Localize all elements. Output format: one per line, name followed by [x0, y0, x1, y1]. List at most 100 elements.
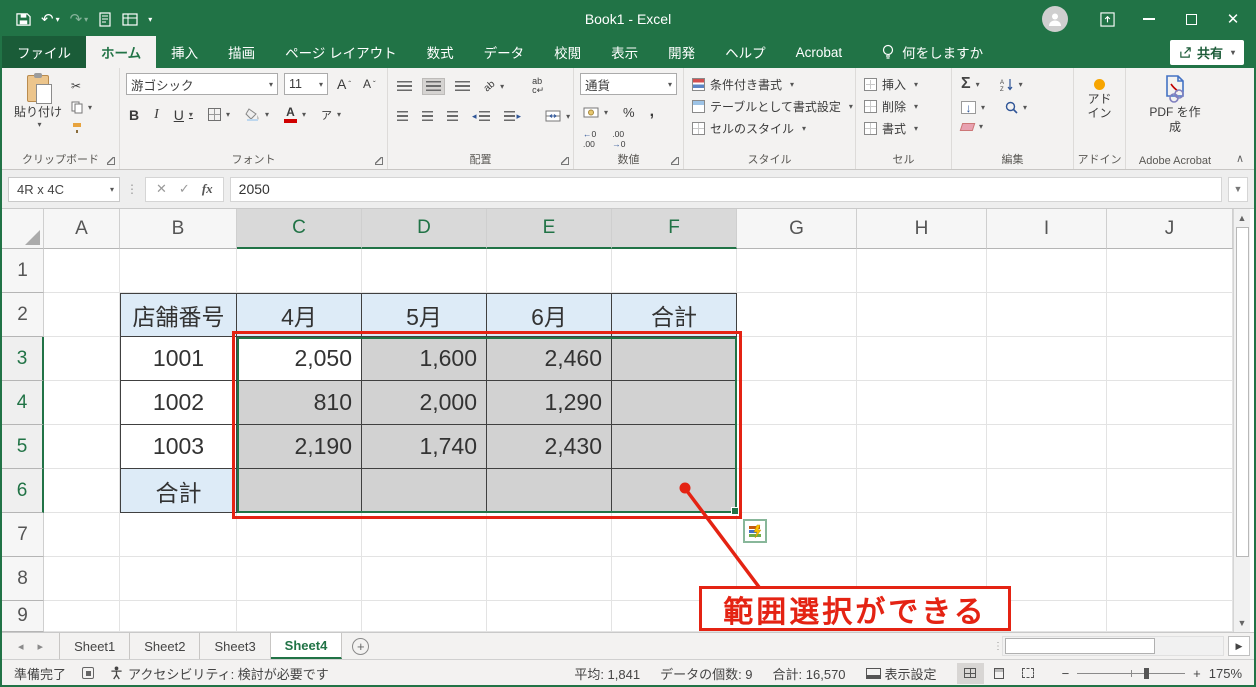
tab-ホーム[interactable]: ホーム: [86, 36, 157, 68]
accessibility-status[interactable]: アクセシビリティ: 検討が必要です: [110, 664, 329, 683]
cell-J4[interactable]: [1107, 381, 1233, 425]
cell-A3[interactable]: [44, 337, 120, 381]
tab-データ[interactable]: データ: [469, 36, 540, 68]
column-header-D[interactable]: D: [362, 209, 487, 249]
cell-A4[interactable]: [44, 381, 120, 425]
column-header-E[interactable]: E: [487, 209, 612, 249]
underline-button[interactable]: U ▾: [171, 105, 196, 125]
page-layout-view-button[interactable]: [986, 663, 1013, 684]
cell-D5[interactable]: 1,740: [362, 425, 487, 469]
cell-F1[interactable]: [612, 249, 737, 293]
top-align-button[interactable]: [394, 79, 415, 94]
align-center-button[interactable]: [419, 109, 436, 124]
cell-C9[interactable]: [237, 601, 362, 632]
cell-I5[interactable]: [987, 425, 1107, 469]
undo-dropdown-icon[interactable]: ▾: [56, 15, 60, 24]
cell-B9[interactable]: [120, 601, 237, 632]
cell-B2[interactable]: 店舗番号: [120, 293, 237, 337]
italic-button[interactable]: I: [151, 105, 162, 125]
fill-button[interactable]: ↓ ▾: [958, 99, 988, 116]
row-header-2[interactable]: 2: [2, 293, 44, 337]
cell-A2[interactable]: [44, 293, 120, 337]
cell-J7[interactable]: [1107, 513, 1233, 557]
merge-center-dropdown-icon[interactable]: ▾: [566, 112, 570, 121]
cell-G6[interactable]: [737, 469, 857, 513]
accounting-format-button[interactable]: ▾: [580, 105, 611, 120]
row-header-5[interactable]: 5: [2, 425, 44, 469]
cell-G1[interactable]: [737, 249, 857, 293]
sheet-tab-sheet3[interactable]: Sheet3: [200, 633, 271, 659]
align-left-button[interactable]: [394, 109, 411, 124]
horizontal-scrollbar[interactable]: [1002, 636, 1224, 656]
clear-button[interactable]: ▾: [958, 120, 986, 133]
cell-A1[interactable]: [44, 249, 120, 293]
autosum-dropdown-icon[interactable]: ▾: [976, 80, 980, 89]
increase-decimal-button[interactable]: ←0.00: [580, 127, 599, 151]
cell-C5[interactable]: 2,190: [237, 425, 362, 469]
format-cells-button[interactable]: 書式 ▾: [862, 117, 945, 139]
increase-font-button[interactable]: Aˆ: [334, 74, 354, 94]
cell-E5[interactable]: 2,430: [487, 425, 612, 469]
cell-F6[interactable]: [612, 469, 737, 513]
tab-開発[interactable]: 開発: [653, 36, 710, 68]
sort-filter-dropdown-icon[interactable]: ▾: [1019, 80, 1023, 89]
normal-view-button[interactable]: [956, 662, 984, 684]
print-preview-icon[interactable]: [98, 11, 112, 27]
cell-G5[interactable]: [737, 425, 857, 469]
cell-D1[interactable]: [362, 249, 487, 293]
cell-E4[interactable]: 1,290: [487, 381, 612, 425]
middle-align-button[interactable]: [422, 77, 445, 95]
increase-indent-button[interactable]: ▸: [501, 109, 525, 124]
sheet-prev-icon[interactable]: ◂: [18, 640, 24, 653]
cell-H7[interactable]: [857, 513, 987, 557]
cell-D2[interactable]: 5月: [362, 293, 487, 337]
cell-D7[interactable]: [362, 513, 487, 557]
page-break-view-button[interactable]: [1015, 663, 1042, 684]
cell-B6[interactable]: 合計: [120, 469, 237, 513]
cell-E1[interactable]: [487, 249, 612, 293]
bottom-align-button[interactable]: [452, 79, 473, 94]
insert-function-button[interactable]: fx: [202, 181, 213, 197]
phonetic-dropdown-icon[interactable]: ▾: [337, 110, 341, 119]
formula-bar-splitter[interactable]: ⋮: [126, 182, 139, 196]
font-size-combo[interactable]: 11 ▾: [284, 73, 328, 95]
format-painter-button[interactable]: [68, 120, 95, 136]
cell-D8[interactable]: [362, 557, 487, 601]
cell-I4[interactable]: [987, 381, 1107, 425]
cell-J1[interactable]: [1107, 249, 1233, 293]
cell-D3[interactable]: 1,600: [362, 337, 487, 381]
column-header-F[interactable]: F: [612, 209, 737, 249]
zoom-out-button[interactable]: −: [1062, 666, 1070, 681]
tab-ページ レイアウト[interactable]: ページ レイアウト: [270, 36, 411, 68]
column-header-I[interactable]: I: [987, 209, 1107, 249]
name-box[interactable]: 4R x 4C ▾: [8, 176, 120, 202]
cell-I6[interactable]: [987, 469, 1107, 513]
tab-splitter-handle[interactable]: ⋮: [993, 633, 1003, 659]
cell-I3[interactable]: [987, 337, 1107, 381]
cell-E2[interactable]: 6月: [487, 293, 612, 337]
autosum-button[interactable]: Σ ▾: [958, 73, 983, 95]
cell-A8[interactable]: [44, 557, 120, 601]
qat-customize-icon[interactable]: ▾: [148, 15, 152, 24]
new-sheet-button[interactable]: +: [352, 637, 370, 655]
cell-J5[interactable]: [1107, 425, 1233, 469]
tell-me-box[interactable]: 何をしますか: [881, 36, 983, 68]
vertical-scrollbar[interactable]: ▲ ▼: [1233, 209, 1250, 632]
column-header-H[interactable]: H: [857, 209, 987, 249]
cell-B4[interactable]: 1002: [120, 381, 237, 425]
conditional-formatting-button[interactable]: 条件付き書式 ▾: [690, 73, 849, 95]
find-dropdown-icon[interactable]: ▾: [1023, 103, 1027, 112]
cell-E9[interactable]: [487, 601, 612, 632]
scroll-right-icon[interactable]: ▶: [1228, 636, 1250, 656]
zoom-slider-thumb[interactable]: [1144, 667, 1150, 679]
quick-analysis-button[interactable]: [743, 519, 767, 543]
percent-style-button[interactable]: %: [620, 103, 638, 122]
formula-input[interactable]: 2050: [229, 176, 1222, 202]
row-header-3[interactable]: 3: [2, 337, 44, 381]
orientation-button[interactable]: ab ▾: [481, 78, 507, 94]
row-header-9[interactable]: 9: [2, 601, 44, 632]
undo-icon[interactable]: ↶ ▾: [41, 10, 60, 28]
cut-button[interactable]: ✂: [68, 77, 95, 95]
copy-dropdown-icon[interactable]: ▾: [88, 103, 92, 112]
font-name-combo[interactable]: 游ゴシック ▾: [126, 73, 278, 95]
